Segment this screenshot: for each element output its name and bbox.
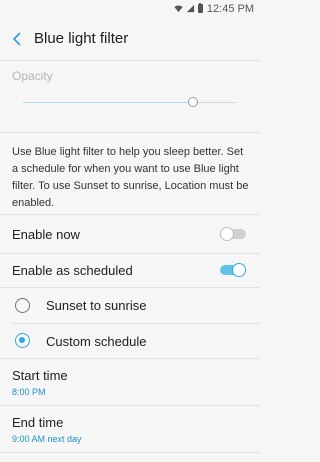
status-bar: 12:45 PM [0,0,260,17]
custom-schedule-option[interactable]: Custom schedule [0,324,260,358]
app-header: Blue light filter [0,17,260,60]
back-button[interactable] [2,17,32,60]
switch-knob [232,263,246,277]
status-icons [174,3,203,13]
end-time-row[interactable]: End time 9:00 AM next day [0,406,260,452]
start-time-value: 8:00 PM [12,386,46,397]
enable-now-label: Enable now [12,226,80,242]
wifi-icon [174,5,183,13]
page-title: Blue light filter [34,30,129,47]
enable-scheduled-switch[interactable] [220,263,246,277]
header-divider [0,60,260,61]
signal-icon [186,4,195,13]
enable-now-switch[interactable] [220,227,246,241]
opacity-divider [0,132,260,133]
description-text: Use Blue light filter to help you sleep … [12,146,249,209]
battery-icon [197,3,203,13]
end-time-label: End time [12,414,64,430]
opacity-label: Opacity [12,69,53,83]
slider-thumb[interactable] [188,97,198,107]
switch-knob [220,227,234,241]
custom-schedule-radio[interactable] [15,333,30,348]
opacity-slider[interactable] [23,95,236,111]
enable-scheduled-label: Enable as scheduled [12,263,133,278]
sunset-to-sunrise-radio[interactable] [15,298,30,313]
start-time-row[interactable]: Start time 8:00 PM [0,359,260,405]
custom-schedule-label: Custom schedule [46,333,147,349]
sunset-to-sunrise-option[interactable]: Sunset to sunrise [0,288,260,323]
status-time: 12:45 PM [206,2,254,15]
enable-now-row[interactable]: Enable now [0,215,260,253]
end-time-value: 9:00 AM next day [12,433,82,444]
sunset-to-sunrise-label: Sunset to sunrise [46,298,147,313]
slider-fill [23,102,193,103]
end-time-divider [0,452,260,453]
enable-scheduled-row[interactable]: Enable as scheduled [0,254,260,287]
start-time-label: Start time [12,367,68,383]
back-arrow-icon [12,31,21,46]
